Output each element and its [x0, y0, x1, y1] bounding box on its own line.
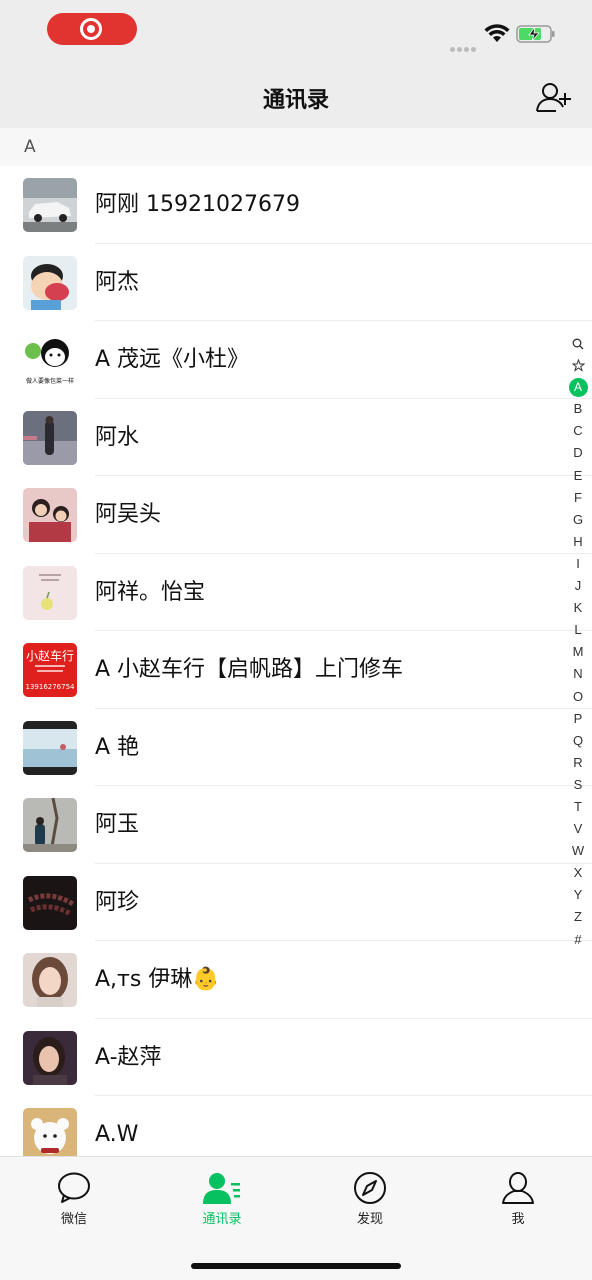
contact-name: 阿杰: [95, 269, 140, 295]
selfie-avatar: [23, 953, 77, 1007]
beach-photo-avatar: [23, 720, 77, 775]
index-letter[interactable]: F: [566, 487, 590, 509]
contact-name: A 茂远《小杜》: [95, 347, 250, 372]
alphabet-index-bar[interactable]: A B C D E F G H I J K L M N O P Q R S T …: [566, 332, 590, 952]
contacts-list[interactable]: A 阿刚 15921027679 阿杰 做人要像包菜一样 A 茂远《小杜》 阿水…: [0, 128, 592, 1156]
contact-row[interactable]: 阿珍: [0, 863, 592, 941]
tab-contacts[interactable]: 通讯录: [172, 1171, 272, 1227]
beads-photo-avatar: [23, 875, 77, 930]
car-photo-avatar: [23, 178, 77, 232]
contact-row[interactable]: 阿玉: [0, 786, 592, 864]
contact-row[interactable]: 阿吴头: [0, 476, 592, 554]
contact-name: 阿刚 15921027679: [95, 192, 300, 217]
index-letter[interactable]: R: [566, 752, 590, 774]
record-icon: [80, 18, 102, 40]
index-letter[interactable]: G: [566, 509, 590, 531]
index-letter[interactable]: L: [566, 619, 590, 641]
person-photo-avatar: [23, 410, 77, 465]
index-letter[interactable]: C: [566, 420, 590, 442]
section-header: A: [0, 128, 592, 166]
tab-label: 发现: [356, 1212, 383, 1227]
index-letter[interactable]: T: [566, 796, 590, 818]
index-letter[interactable]: P: [566, 708, 590, 730]
svg-text:13916276754: 13916276754: [26, 683, 76, 691]
svg-text:做人要像包菜一样: 做人要像包菜一样: [26, 377, 74, 385]
outdoor-photo-avatar: [23, 798, 77, 852]
index-letter[interactable]: V: [566, 818, 590, 840]
car-shop-sign-avatar: 小赵车行 13916276754: [23, 643, 77, 697]
tab-bar: 微信 通讯录 发现 我: [0, 1156, 592, 1280]
index-letter[interactable]: B: [566, 398, 590, 420]
screen-recording-indicator[interactable]: [47, 13, 137, 45]
battery-charging-icon: [516, 25, 555, 43]
status-bar: [0, 0, 592, 60]
cellular-signal-icon: [450, 37, 478, 52]
index-letter[interactable]: W: [566, 840, 590, 862]
index-letter[interactable]: X: [566, 862, 590, 884]
index-letter[interactable]: K: [566, 597, 590, 619]
page-title: 通讯录: [262, 88, 329, 113]
contact-row[interactable]: 阿祥。怡宝: [0, 553, 592, 631]
tab-label: 通讯录: [202, 1212, 242, 1227]
contact-name: A 小赵车行【启帆路】上门修车: [95, 657, 404, 682]
index-letter[interactable]: I: [566, 553, 590, 575]
index-letter[interactable]: D: [566, 442, 590, 464]
index-letter[interactable]: Z: [566, 906, 590, 928]
tab-label: 我: [511, 1212, 525, 1227]
add-contact-icon[interactable]: [534, 80, 574, 114]
index-letter[interactable]: N: [566, 663, 590, 685]
contact-name: 阿珍: [95, 889, 140, 915]
pastel-drawing-avatar: [23, 565, 77, 620]
contact-row[interactable]: 阿水: [0, 398, 592, 476]
contacts-icon: [203, 1173, 240, 1204]
tab-me[interactable]: 我: [468, 1171, 568, 1227]
contact-row[interactable]: 做人要像包菜一样 A 茂远《小杜》: [0, 321, 592, 399]
teddy-bear-avatar: [23, 1108, 77, 1156]
wifi-icon: [484, 24, 510, 42]
contact-name: 阿祥。怡宝: [95, 579, 206, 605]
meme-face-avatar: 做人要像包菜一样: [23, 333, 77, 387]
contact-row[interactable]: A.W: [0, 1096, 592, 1156]
tab-label: 微信: [60, 1212, 87, 1227]
index-letter[interactable]: J: [566, 575, 590, 597]
contact-name: 阿水: [95, 424, 140, 450]
contact-name: 阿吴头: [95, 502, 162, 527]
index-letter[interactable]: O: [566, 686, 590, 708]
contact-row[interactable]: A,ᴛs 伊琳👶: [0, 941, 592, 1019]
contact-row[interactable]: 阿刚 15921027679: [0, 166, 592, 244]
tab-discover[interactable]: 发现: [320, 1171, 420, 1227]
index-letter[interactable]: Q: [566, 730, 590, 752]
index-letter[interactable]: S: [566, 774, 590, 796]
index-letter[interactable]: #: [566, 929, 590, 951]
index-letter[interactable]: M: [566, 641, 590, 663]
contact-name: A 艳: [95, 734, 140, 760]
portrait-avatar: [23, 1030, 77, 1085]
navigation-bar: 通讯录: [0, 60, 592, 128]
contact-row[interactable]: A 艳: [0, 708, 592, 786]
contact-name: A-赵萍: [95, 1044, 162, 1070]
tab-chats[interactable]: 微信: [24, 1171, 124, 1227]
svg-text:小赵车行: 小赵车行: [26, 648, 74, 663]
contact-row[interactable]: A-赵萍: [0, 1018, 592, 1096]
contact-name: A,ᴛs 伊琳👶: [95, 967, 220, 992]
compass-icon: [354, 1172, 386, 1204]
home-indicator[interactable]: [191, 1263, 401, 1269]
index-letter[interactable]: Y: [566, 884, 590, 906]
person-icon: [502, 1172, 534, 1204]
index-letter[interactable]: H: [566, 531, 590, 553]
contact-name: A.W: [95, 1122, 139, 1147]
index-letter[interactable]: A: [566, 376, 590, 398]
contact-name: 阿玉: [95, 812, 140, 837]
contact-row[interactable]: 小赵车行 13916276754 A 小赵车行【启帆路】上门修车: [0, 631, 592, 709]
index-letter[interactable]: E: [566, 465, 590, 487]
cartoon-avatar: [23, 255, 77, 310]
chat-bubble-icon: [58, 1172, 90, 1203]
contact-row[interactable]: 阿杰: [0, 243, 592, 321]
index-search-icon[interactable]: [566, 332, 590, 354]
index-star-icon[interactable]: [566, 354, 590, 376]
family-photo-avatar: [23, 488, 77, 542]
